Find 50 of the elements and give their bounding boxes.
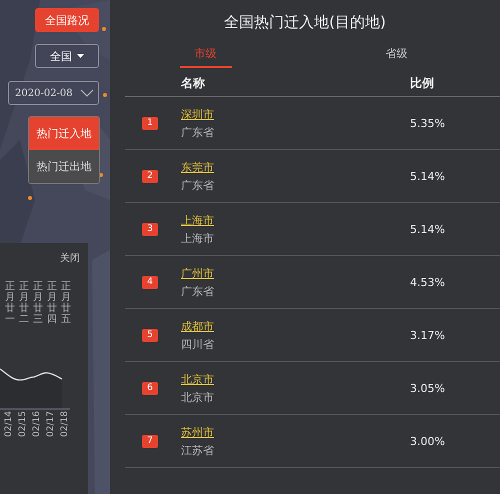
share-value: 5.35% [410, 116, 446, 130]
rank-badge: 4 [142, 276, 158, 288]
province-text: 广东省 [181, 178, 215, 192]
traffic-button[interactable]: 全国路况 [35, 8, 99, 32]
column-header: 比例 [410, 74, 435, 92]
date-axis-label: 02/15 [18, 411, 29, 437]
column-header: 名称 [181, 74, 206, 92]
close-link[interactable]: 关闭 [60, 251, 80, 265]
lunar-date-label: 正月廿五 [60, 281, 72, 325]
province-text: 江苏省 [181, 442, 215, 458]
city-link[interactable]: 北京市 [181, 372, 214, 386]
rank-badge: 7 [142, 434, 158, 448]
direction-tab[interactable]: 热门迁出地 [29, 150, 99, 183]
panel-title: 全国热门迁入地(目的地) [223, 12, 387, 33]
province-text: 上海市 [181, 230, 215, 246]
rank-badge: 3 [142, 222, 158, 236]
date-field[interactable]: 2020-02-08 [8, 81, 99, 105]
date-axis-label: 02/17 [46, 411, 57, 437]
rank-badge: 2 [142, 170, 158, 182]
city-link[interactable]: 上海市 [181, 212, 214, 228]
city-link[interactable]: 广州市 [181, 266, 214, 280]
lunar-date-label: 正月廿三 [32, 281, 44, 325]
rank-badge: 6 [142, 382, 158, 394]
lunar-date-label: 正月廿一 [4, 281, 16, 325]
share-value: 5.14% [410, 170, 446, 182]
province-text: 四川省 [181, 336, 215, 352]
city-link[interactable]: 东莞市 [181, 160, 214, 174]
date-axis-label: 02/14 [4, 411, 15, 437]
caret-icon [77, 54, 84, 58]
share-value: 5.14% [410, 222, 446, 236]
level-tab[interactable]: 省级 [380, 41, 414, 68]
region-select[interactable]: 全国 [35, 44, 99, 68]
city-link[interactable]: 苏州市 [181, 424, 214, 440]
share-value: 3.05% [410, 382, 446, 394]
share-value: 3.17% [410, 328, 446, 342]
date-axis-label: 02/18 [60, 411, 71, 437]
city-link[interactable]: 深圳市 [181, 106, 214, 122]
rank-badge: 1 [142, 116, 158, 130]
province-text: 广东省 [181, 284, 215, 298]
city-link[interactable]: 成都市 [181, 318, 214, 334]
province-text: 北京市 [181, 390, 215, 404]
lunar-date-label: 正月廿二 [18, 281, 30, 325]
lunar-date-label: 正月廿四 [46, 281, 58, 325]
share-value: 4.53% [410, 276, 446, 288]
direction-tab[interactable]: 热门迁入地 [29, 117, 99, 150]
rank-badge: 5 [142, 328, 158, 342]
province-text: 广东省 [181, 124, 215, 140]
date-axis-label: 02/16 [32, 411, 43, 437]
share-value: 3.00% [410, 434, 446, 448]
chevron-down-icon [80, 89, 94, 97]
